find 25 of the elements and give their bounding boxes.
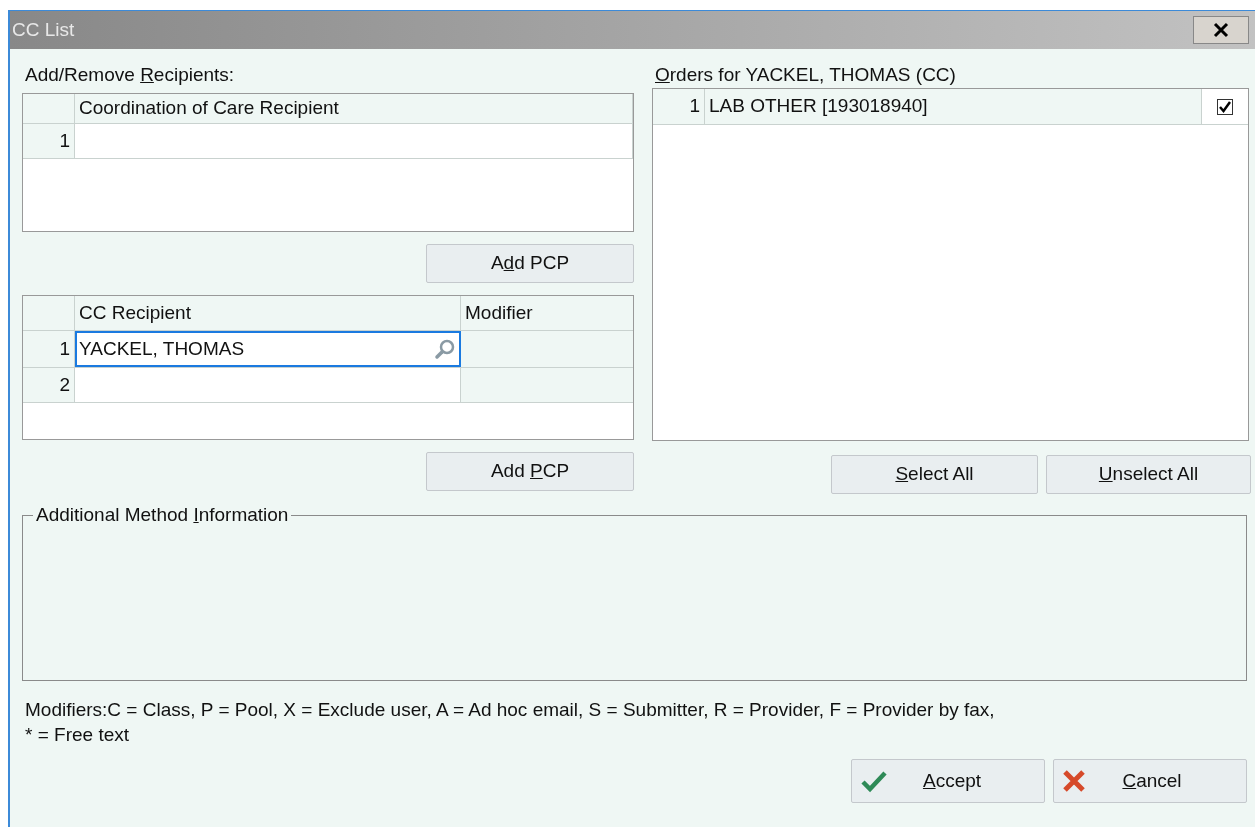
cell-text: YACKEL, THOMAS	[79, 336, 245, 361]
close-icon	[1062, 769, 1086, 793]
column-header: Modifier	[464, 300, 534, 325]
unselect-all-button[interactable]: Unselect All	[1046, 455, 1251, 494]
close-icon	[1213, 22, 1229, 38]
select-all-button[interactable]: Select All	[831, 455, 1038, 494]
row-number: 1	[23, 124, 75, 158]
recipient-cell[interactable]: YACKEL, THOMAS	[75, 331, 461, 367]
section-label: Orders for YACKEL, THOMAS (CC)	[654, 63, 957, 87]
legend-text: Modifiers:C = Class, P = Pool, X = Exclude user, A = Ad hoc email, S = Submitter, R = Provider, F = Provider by fax,	[25, 698, 996, 722]
add-pcp-button[interactable]: Add PCP	[426, 244, 634, 283]
checkbox[interactable]	[1217, 98, 1233, 115]
column-header: Coordination of Care Recipient	[75, 94, 633, 123]
accept-button[interactable]: Accept	[851, 759, 1045, 803]
window-title: CC List	[12, 17, 75, 42]
column-header: CC Recipient	[75, 296, 461, 330]
section-label: Add/Remove Recipients:	[24, 63, 236, 87]
legend-text: * = Free text	[25, 723, 131, 747]
check-icon	[860, 769, 888, 793]
cancel-button[interactable]: Cancel	[1053, 759, 1247, 803]
close-button[interactable]	[1193, 16, 1249, 44]
search-icon[interactable]	[434, 338, 456, 360]
row-number: 1	[23, 331, 75, 367]
add-pcp-button[interactable]: Add PCP	[426, 452, 634, 491]
row-number: 2	[23, 368, 75, 402]
